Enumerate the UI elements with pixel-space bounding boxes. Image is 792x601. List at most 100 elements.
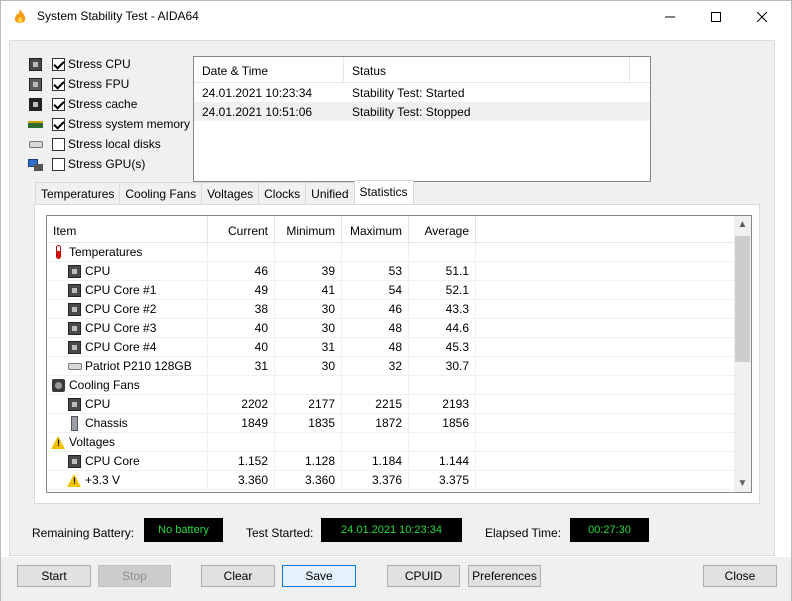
scroll-thumb[interactable] [735, 236, 750, 362]
stress-cache-checkbox[interactable] [52, 97, 65, 111]
stress-gpu-checkbox[interactable] [52, 157, 65, 171]
row-average-cell: 2193 [409, 394, 476, 414]
row-average-cell: 45.3 [409, 337, 476, 357]
table-group-row[interactable]: Temperatures [47, 242, 751, 262]
row-item-cell: CPU [47, 394, 208, 414]
row-item-cell: CPU Core #2 [47, 299, 208, 319]
table-row[interactable]: Patriot P210 128GB 31 30 32 30.7 [47, 356, 751, 376]
row-maximum-cell [342, 375, 409, 395]
cpu-chip-icon [67, 264, 82, 279]
clear-button[interactable]: Clear [201, 565, 275, 587]
log-row[interactable]: 24.01.2021 10:23:34 Stability Test: Star… [194, 83, 650, 102]
log-header: Date & Time Status [194, 57, 650, 83]
row-minimum-cell: 30 [275, 299, 342, 319]
stop-button[interactable]: Stop [98, 565, 171, 587]
preferences-button[interactable]: Preferences [468, 565, 541, 587]
table-group-row[interactable]: ! Voltages [47, 432, 751, 452]
table-row[interactable]: CPU 2202 2177 2215 2193 [47, 394, 751, 414]
table-row[interactable]: CPU 46 39 53 51.1 [47, 261, 751, 281]
tab-voltages[interactable]: Voltages [201, 182, 260, 204]
stress-memory-checkbox[interactable] [52, 117, 65, 131]
row-minimum-cell: 2177 [275, 394, 342, 414]
row-maximum-cell: 3.376 [342, 470, 409, 490]
stress-fpu-option[interactable]: Stress FPU [28, 74, 129, 94]
disk-icon [67, 359, 82, 374]
cpuid-button[interactable]: CPUID [387, 565, 460, 587]
stress-disks-checkbox[interactable] [52, 137, 65, 151]
row-maximum-cell [342, 242, 409, 262]
log-header-datetime[interactable]: Date & Time [194, 57, 344, 82]
stress-cpu-option[interactable]: Stress CPU [28, 54, 131, 74]
stress-disks-option[interactable]: Stress local disks [28, 134, 161, 154]
vertical-scrollbar[interactable]: ▲ ▼ [734, 216, 751, 492]
stress-memory-label: Stress system memory [68, 117, 191, 131]
stress-cache-option[interactable]: Stress cache [28, 94, 137, 114]
log-header-status[interactable]: Status [344, 57, 630, 82]
stress-memory-option[interactable]: Stress system memory [28, 114, 190, 134]
row-minimum-cell [275, 375, 342, 395]
table-row[interactable]: CPU Core #1 49 41 54 52.1 [47, 280, 751, 300]
scroll-down-arrow-icon[interactable]: ▼ [734, 475, 751, 492]
row-current-cell: 3.360 [208, 470, 275, 490]
row-maximum-cell: 46 [342, 299, 409, 319]
event-log-list[interactable]: Date & Time Status 24.01.2021 10:23:34 S… [193, 56, 651, 182]
table-group-row[interactable]: Cooling Fans [47, 375, 751, 395]
row-minimum-cell: 39 [275, 261, 342, 281]
row-maximum-cell [342, 432, 409, 452]
cpu-icon [28, 57, 43, 72]
row-current-cell: 2202 [208, 394, 275, 414]
test-started-value: 24.01.2021 10:23:34 [321, 518, 462, 542]
scroll-up-arrow-icon[interactable]: ▲ [734, 216, 751, 233]
row-item-label: Patriot P210 128GB [85, 358, 192, 373]
header-maximum[interactable]: Maximum [342, 216, 409, 242]
header-current[interactable]: Current [208, 216, 275, 242]
maximize-button[interactable] [693, 1, 739, 32]
save-button[interactable]: Save [282, 565, 356, 587]
chassis-icon [67, 415, 82, 431]
tab-statistics[interactable]: Statistics [353, 180, 414, 204]
header-average[interactable]: Average [409, 216, 476, 242]
header-minimum[interactable]: Minimum [275, 216, 342, 242]
tab-clocks[interactable]: Clocks [258, 182, 307, 204]
row-minimum-cell: 41 [275, 280, 342, 300]
row-current-cell [208, 432, 275, 452]
close-icon [757, 11, 767, 22]
warning-icon: ! [51, 435, 66, 450]
stress-gpu-option[interactable]: Stress GPU(s) [28, 154, 145, 174]
row-item-label: Cooling Fans [69, 377, 140, 392]
table-row[interactable]: ! +3.3 V 3.360 3.360 3.376 3.375 [47, 470, 751, 490]
memory-icon [28, 117, 43, 132]
aida64-flame-icon [14, 9, 26, 23]
row-item-cell: Cooling Fans [47, 375, 208, 395]
row-minimum-cell: 1.128 [275, 451, 342, 471]
minimize-button[interactable] [647, 1, 693, 32]
log-row[interactable]: 24.01.2021 10:51:06 Stability Test: Stop… [194, 102, 650, 121]
row-item-cell: ! +3.3 V [47, 470, 208, 490]
statistics-table[interactable]: Item Current Minimum Maximum Average Tem… [46, 215, 752, 493]
tab-unified[interactable]: Unified [305, 182, 355, 204]
aida64-stability-window: System Stability Test - AIDA64 Stress CP… [0, 0, 792, 601]
row-maximum-cell: 2215 [342, 394, 409, 414]
table-row[interactable]: CPU Core #2 38 30 46 43.3 [47, 299, 751, 319]
row-maximum-cell: 1.184 [342, 451, 409, 471]
close-button[interactable]: Close [703, 565, 777, 587]
battery-value: No battery [144, 518, 223, 542]
row-average-cell: 52.1 [409, 280, 476, 300]
table-row[interactable]: CPU Core #4 40 31 48 45.3 [47, 337, 751, 357]
statistics-rows: Temperatures CPU 46 39 53 51.1 CPU Core #1 49 41… [47, 242, 751, 490]
elapsed-time-label: Elapsed Time: [485, 526, 562, 540]
start-button[interactable]: Start [17, 565, 91, 587]
table-row[interactable]: Chassis 1849 1835 1872 1856 [47, 413, 751, 433]
header-item[interactable]: Item [47, 216, 208, 242]
tab-cooling-fans[interactable]: Cooling Fans [119, 182, 203, 204]
tab-temperatures[interactable]: Temperatures [35, 182, 121, 204]
row-item-label: Voltages [69, 434, 116, 449]
close-window-button[interactable] [739, 1, 785, 32]
table-row[interactable]: CPU Core 1.152 1.128 1.184 1.144 [47, 451, 751, 471]
table-row[interactable]: CPU Core #3 40 30 48 44.6 [47, 318, 751, 338]
stress-cpu-checkbox[interactable] [52, 57, 65, 71]
stress-fpu-checkbox[interactable] [52, 77, 65, 91]
cpu-chip-icon [67, 340, 82, 355]
row-current-cell: 1.152 [208, 451, 275, 471]
row-item-label: CPU [85, 263, 111, 278]
